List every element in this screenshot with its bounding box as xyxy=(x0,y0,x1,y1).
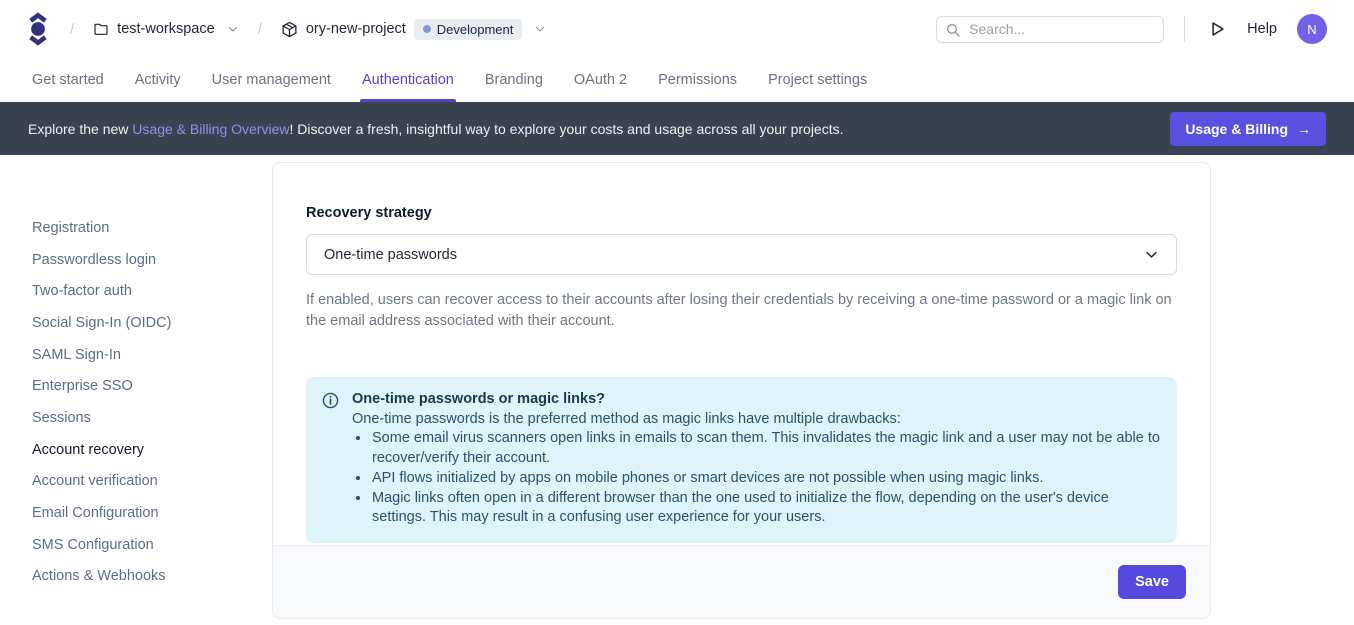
sidebar-item-email-configuration[interactable]: Email Configuration xyxy=(32,497,171,529)
info-bullet-list: Some email virus scanners open links in … xyxy=(352,429,1161,528)
sidebar-item-two-factor-auth[interactable]: Two-factor auth xyxy=(32,275,171,307)
content-area: RegistrationPasswordless loginTwo-factor… xyxy=(0,155,1354,625)
tab-user-management[interactable]: User management xyxy=(212,58,331,102)
sidebar-item-sms-configuration[interactable]: SMS Configuration xyxy=(32,529,171,561)
info-bullet: Some email virus scanners open links in … xyxy=(371,429,1161,468)
search-icon xyxy=(945,22,961,38)
sidebar-item-actions-webhooks[interactable]: Actions & Webhooks xyxy=(32,561,171,593)
info-box-title: One-time passwords or magic links? xyxy=(352,390,1161,410)
banner-text: Explore the new Usage & Billing Overview… xyxy=(28,121,844,137)
workspace-name: test-workspace xyxy=(117,21,215,37)
folder-icon xyxy=(93,21,109,37)
tab-project-settings[interactable]: Project settings xyxy=(768,58,867,102)
tab-authentication[interactable]: Authentication xyxy=(362,58,454,102)
usage-billing-button[interactable]: Usage & Billing→ xyxy=(1170,112,1326,146)
card-footer: Save xyxy=(273,545,1210,618)
section-title: Recovery strategy xyxy=(306,205,1177,221)
info-box-intro: One-time passwords is the preferred meth… xyxy=(352,410,1161,430)
chevron-down-icon xyxy=(227,23,239,35)
search-input[interactable] xyxy=(936,16,1164,43)
help-link[interactable]: Help xyxy=(1247,21,1277,37)
chevron-down-icon xyxy=(1144,247,1159,262)
info-box: One-time passwords or magic links? One-t… xyxy=(306,377,1177,543)
tab-permissions[interactable]: Permissions xyxy=(658,58,737,102)
breadcrumb-project[interactable]: ory-new-project Development xyxy=(281,19,547,40)
sidebar-item-account-recovery[interactable]: Account recovery xyxy=(32,434,171,466)
main-nav-tabs: Get started Activity User management Authen… xyxy=(0,58,1354,102)
recovery-settings-card: Recovery strategy One-time passwords If … xyxy=(272,162,1211,619)
search-box xyxy=(936,16,1164,43)
tab-get-started[interactable]: Get started xyxy=(32,58,104,102)
sidebar-item-enterprise-sso[interactable]: Enterprise SSO xyxy=(32,370,171,402)
info-bullet: API flows initialized by apps on mobile … xyxy=(371,469,1161,489)
banner-link[interactable]: Usage & Billing Overview xyxy=(132,121,289,137)
ory-logo-icon[interactable] xyxy=(27,9,51,49)
sidebar-item-sessions[interactable]: Sessions xyxy=(32,402,171,434)
environment-dot-icon xyxy=(423,25,431,33)
info-bullet: Magic links often open in a different br… xyxy=(371,489,1161,528)
save-button[interactable]: Save xyxy=(1118,565,1186,599)
sidebar-item-social-sign-in-oidc[interactable]: Social Sign-In (OIDC) xyxy=(32,307,171,339)
usage-billing-banner: Explore the new Usage & Billing Overview… xyxy=(0,102,1354,155)
select-value: One-time passwords xyxy=(324,247,457,263)
breadcrumb-workspace[interactable]: test-workspace xyxy=(93,21,239,37)
top-bar: / test-workspace / ory-new-project Devel… xyxy=(0,0,1354,58)
header-divider xyxy=(1184,16,1185,42)
breadcrumb-separator: / xyxy=(70,21,74,38)
project-name: ory-new-project xyxy=(306,21,406,37)
recovery-description: If enabled, users can recover access to … xyxy=(306,290,1177,331)
settings-sidebar: RegistrationPasswordless loginTwo-factor… xyxy=(32,212,171,592)
tab-branding[interactable]: Branding xyxy=(485,58,543,102)
arrow-right-icon: → xyxy=(1297,121,1311,137)
environment-badge: Development xyxy=(414,19,523,40)
environment-label: Development xyxy=(437,22,514,37)
chevron-down-icon xyxy=(534,23,546,35)
sidebar-item-account-verification[interactable]: Account verification xyxy=(32,466,171,498)
sidebar-item-passwordless-login[interactable]: Passwordless login xyxy=(32,244,171,276)
tab-activity[interactable]: Activity xyxy=(135,58,181,102)
sidebar-item-saml-sign-in[interactable]: SAML Sign-In xyxy=(32,339,171,371)
info-icon xyxy=(322,392,339,409)
sidebar-item-registration[interactable]: Registration xyxy=(32,212,171,244)
recovery-strategy-select[interactable]: One-time passwords xyxy=(306,234,1177,275)
play-icon[interactable] xyxy=(1205,16,1231,42)
avatar[interactable]: N xyxy=(1297,14,1327,44)
package-icon xyxy=(281,21,298,38)
tab-oauth-2[interactable]: OAuth 2 xyxy=(574,58,627,102)
breadcrumb-separator: / xyxy=(258,21,262,38)
